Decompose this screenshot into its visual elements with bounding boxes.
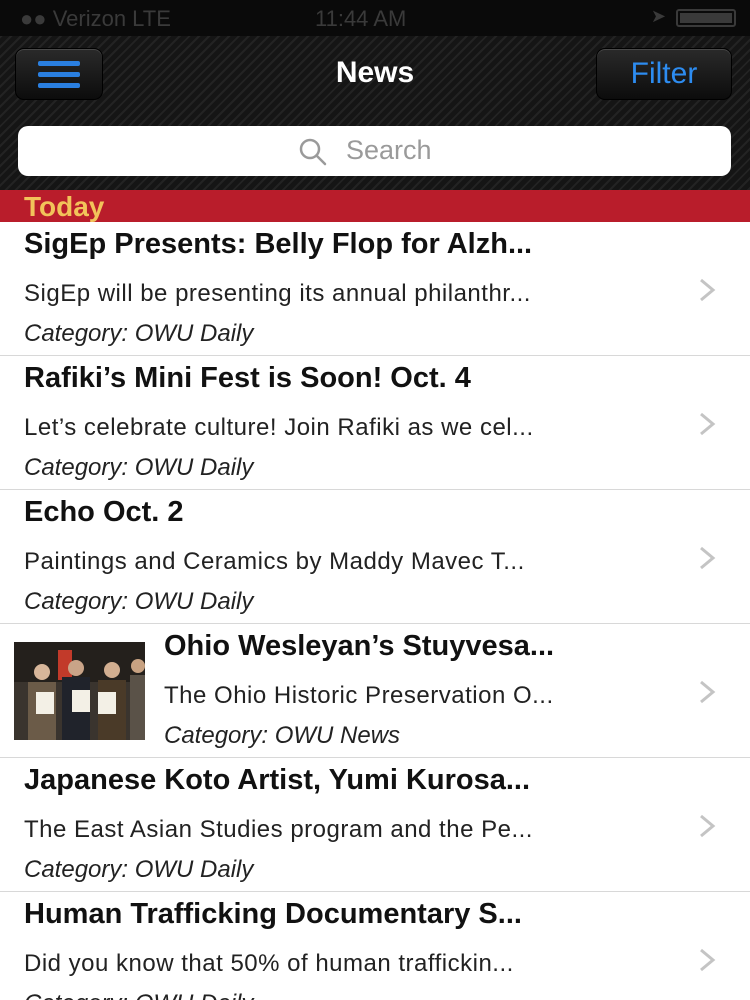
news-item-summary: The Ohio Historic Preservation O...	[164, 682, 554, 709]
news-item[interactable]: Echo Oct. 2 Paintings and Ceramics by Ma…	[0, 490, 750, 624]
news-list: SigEp Presents: Belly Flop for Alzh... S…	[0, 222, 750, 1000]
chevron-right-icon	[700, 948, 716, 972]
section-header-today: Today	[0, 190, 750, 222]
nav-bar: News Filter Search	[0, 36, 750, 190]
news-item-title: Ohio Wesleyan’s Stuyvesa...	[164, 630, 555, 662]
chevron-right-icon	[700, 278, 716, 302]
chevron-right-icon	[700, 680, 716, 704]
status-time: 11:44 AM	[315, 6, 407, 31]
news-item-summary: The East Asian Studies program and the P…	[24, 816, 533, 843]
news-item[interactable]: SigEp Presents: Belly Flop for Alzh... S…	[0, 222, 750, 356]
chevron-right-icon	[700, 412, 716, 436]
news-item-category: Category: OWU Daily	[24, 320, 254, 347]
status-bar: ●● Verizon LTE 11:44 AM ➤	[0, 0, 750, 36]
news-item[interactable]: Rafiki’s Mini Fest is Soon! Oct. 4 Let’s…	[0, 356, 750, 490]
battery-icon	[676, 9, 736, 27]
news-item-title: Japanese Koto Artist, Yumi Kurosa...	[24, 764, 531, 796]
news-item-category: Category: OWU Daily	[24, 990, 253, 1000]
chevron-right-icon	[700, 814, 716, 838]
news-item-summary: Let’s celebrate culture! Join Rafiki as …	[24, 414, 534, 441]
location-icon: ➤	[650, 6, 666, 26]
search-input[interactable]: Search	[18, 126, 731, 176]
news-item-title: SigEp Presents: Belly Flop for Alzh...	[24, 228, 533, 260]
news-item[interactable]: Ohio Wesleyan’s Stuyvesa... The Ohio His…	[0, 624, 750, 758]
news-item[interactable]: Human Trafficking Documentary S... Did y…	[0, 892, 750, 1000]
news-item-summary: Did you know that 50% of human trafficki…	[24, 950, 514, 977]
news-item-category: Category: OWU Daily	[24, 454, 254, 481]
news-item-title: Echo Oct. 2	[24, 496, 184, 528]
news-item-thumbnail	[14, 642, 145, 740]
news-item-category: Category: OWU Daily	[24, 856, 254, 883]
news-item-summary: SigEp will be presenting its annual phil…	[24, 280, 531, 307]
news-item-category: Category: OWU News	[164, 722, 401, 749]
chevron-right-icon	[700, 546, 716, 570]
filter-button[interactable]: Filter	[596, 48, 732, 100]
search-icon	[299, 138, 327, 166]
news-item-category: Category: OWU Daily	[24, 588, 254, 615]
search-placeholder: Search	[346, 135, 432, 165]
carrier-label: ●● Verizon LTE	[20, 6, 171, 31]
news-item-summary: Paintings and Ceramics by Maddy Mavec T.…	[24, 548, 525, 575]
news-item-title: Human Trafficking Documentary S...	[24, 898, 522, 930]
news-item-title: Rafiki’s Mini Fest is Soon! Oct. 4	[24, 362, 471, 394]
news-item[interactable]: Japanese Koto Artist, Yumi Kurosa... The…	[0, 758, 750, 892]
